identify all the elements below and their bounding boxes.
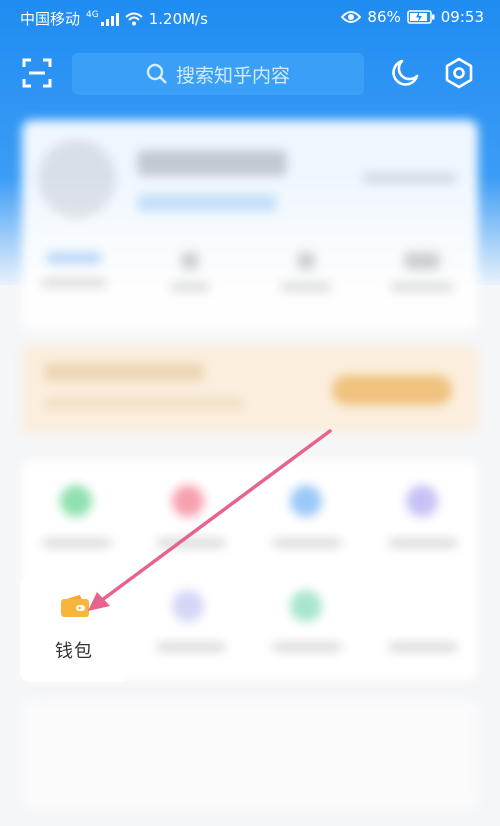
status-left: 中国移动 4G 1.20M/s: [20, 8, 208, 29]
wallet-label: 钱包: [55, 641, 93, 662]
username-blurred: [137, 150, 287, 176]
carrier-name: 中国移动: [20, 10, 81, 28]
battery-icon: [406, 10, 435, 24]
scan-icon: [22, 58, 52, 88]
network-speed: 1.20M/s: [148, 9, 208, 28]
homepage-link-blurred: [362, 172, 457, 184]
wifi-icon: [125, 12, 143, 25]
badge-blurred: [137, 194, 277, 212]
wallet-button[interactable]: 钱包: [20, 577, 128, 682]
content-placeholder: [22, 700, 478, 810]
search-icon: [146, 63, 167, 84]
network-type: 4G: [86, 9, 99, 20]
stat-item: [266, 252, 346, 292]
profile-card: [22, 120, 478, 330]
settings-button[interactable]: [442, 56, 476, 90]
stat-item: [150, 252, 230, 292]
avatar: [38, 140, 116, 218]
stat-item: [34, 252, 114, 288]
stat-item: [382, 252, 462, 292]
night-mode-button[interactable]: [388, 56, 422, 90]
eye-comfort-icon: [341, 11, 362, 23]
top-bar: 搜索知乎内容: [0, 48, 500, 100]
promo-banner: [22, 345, 478, 433]
status-bar: 中国移动 4G 1.20M/s 86% 09:53: [0, 0, 500, 36]
battery-percent: 86%: [367, 8, 401, 26]
search-placeholder: 搜索知乎内容: [175, 64, 290, 87]
signal-icon: [100, 12, 119, 26]
clock-time: 09:53: [440, 8, 484, 26]
search-input[interactable]: 搜索知乎内容: [72, 53, 364, 95]
scan-button[interactable]: [20, 56, 54, 90]
moon-icon: [392, 59, 419, 86]
wallet-icon: [61, 595, 89, 617]
status-right: 86% 09:53: [341, 8, 484, 26]
settings-icon: [445, 57, 473, 89]
